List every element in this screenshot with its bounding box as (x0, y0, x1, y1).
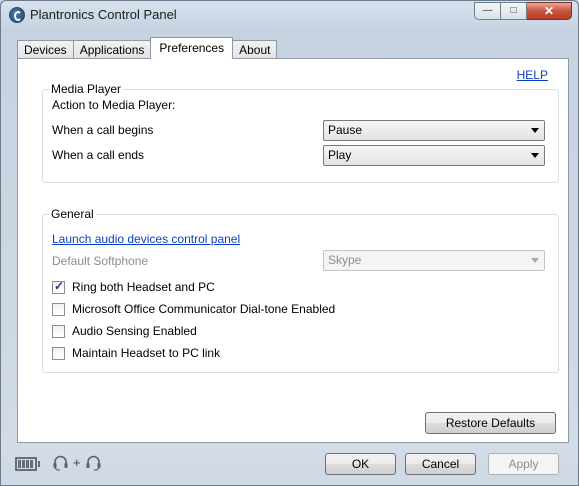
plantronics-app-icon (9, 7, 25, 23)
chevron-down-icon (531, 128, 539, 133)
ring-both-checkbox-row[interactable]: Ring both Headset and PC (52, 279, 215, 295)
maintain-link-label: Maintain Headset to PC link (72, 346, 221, 360)
headset-icon (53, 455, 68, 471)
close-button[interactable]: ✕ (527, 2, 572, 20)
minimize-icon: — (482, 5, 493, 16)
maximize-button[interactable]: □ (501, 2, 527, 20)
ring-both-label: Ring both Headset and PC (72, 280, 215, 294)
media-player-group: Media Player Action to Media Player: Whe… (42, 82, 559, 183)
default-softphone-label: Default Softphone (52, 254, 149, 268)
call-begins-dropdown[interactable]: Pause (323, 120, 545, 141)
client-area: Devices Applications Preferences About H… (9, 37, 570, 444)
media-player-group-label: Media Player (49, 82, 124, 96)
chevron-down-icon (531, 153, 539, 158)
communicator-dialtone-label: Microsoft Office Communicator Dial-tone … (72, 302, 336, 316)
action-to-media-player-label: Action to Media Player: (52, 98, 176, 112)
default-softphone-dropdown[interactable]: Skype (323, 250, 545, 271)
call-ends-value: Play (328, 148, 352, 162)
communicator-dialtone-checkbox-row[interactable]: Microsoft Office Communicator Dial-tone … (52, 301, 335, 317)
tab-strip: Devices Applications Preferences About (17, 37, 278, 59)
title-bar[interactable]: Plantronics Control Panel — □ ✕ (1, 1, 578, 29)
call-ends-label: When a call ends (52, 148, 145, 162)
maintain-link-checkbox[interactable] (52, 346, 65, 360)
caption-buttons: — □ ✕ (474, 2, 572, 21)
plus-icon: + (73, 455, 81, 470)
window-title: Plantronics Control Panel (30, 7, 177, 22)
tab-devices[interactable]: Devices (17, 40, 74, 59)
status-footer: + OK Cancel Apply (1, 447, 578, 485)
cancel-button[interactable]: Cancel (405, 453, 476, 475)
help-link[interactable]: HELP (517, 68, 548, 82)
audio-sensing-checkbox-row[interactable]: Audio Sensing Enabled (52, 323, 197, 339)
general-group-label: General (49, 207, 96, 221)
minimize-button[interactable]: — (474, 2, 501, 20)
communicator-dialtone-checkbox[interactable] (52, 302, 65, 316)
maximize-icon: □ (510, 5, 517, 16)
chevron-down-icon (531, 258, 539, 263)
call-begins-value: Pause (328, 123, 363, 137)
audio-sensing-checkbox[interactable] (52, 324, 65, 338)
launch-audio-devices-link[interactable]: Launch audio devices control panel (52, 232, 240, 246)
headset-icon (86, 455, 101, 471)
preferences-panel: HELP Media Player Action to Media Player… (17, 58, 569, 443)
call-ends-dropdown[interactable]: Play (323, 145, 545, 166)
maintain-link-checkbox-row[interactable]: Maintain Headset to PC link (52, 345, 220, 361)
apply-button[interactable]: Apply (488, 453, 559, 475)
audio-sensing-label: Audio Sensing Enabled (72, 324, 197, 338)
restore-defaults-button[interactable]: Restore Defaults (425, 412, 556, 434)
general-group: General Launch audio devices control pan… (42, 207, 559, 373)
tab-applications[interactable]: Applications (72, 40, 152, 59)
tab-preferences[interactable]: Preferences (150, 37, 234, 59)
ring-both-checkbox[interactable] (52, 279, 65, 294)
ok-button[interactable]: OK (325, 453, 396, 475)
call-begins-label: When a call begins (52, 123, 154, 137)
default-softphone-value: Skype (328, 253, 362, 267)
close-icon: ✕ (543, 4, 555, 18)
battery-icon (15, 457, 40, 471)
tab-about[interactable]: About (232, 40, 278, 59)
app-window: Plantronics Control Panel — □ ✕ Devices … (0, 0, 579, 486)
